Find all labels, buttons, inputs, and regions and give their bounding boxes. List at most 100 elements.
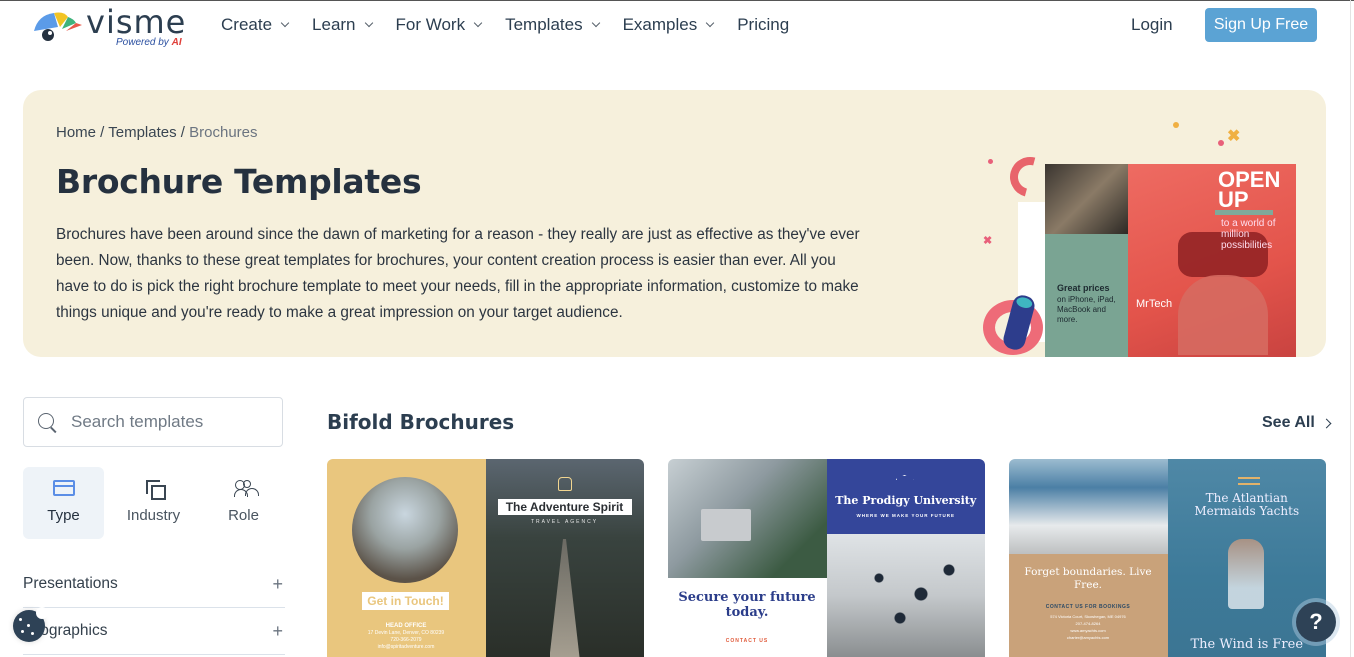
template-card-atlantian-yachts[interactable]: Forget boundaries. Live Free. CONTACT US… bbox=[1009, 459, 1326, 657]
info-line: charter@amyachts.com bbox=[1066, 635, 1110, 641]
nav-learn[interactable]: Learn bbox=[312, 15, 373, 35]
card-left-panel: Forget boundaries. Live Free. CONTACT US… bbox=[1009, 554, 1168, 657]
info-line: info@spiritadventure.com bbox=[377, 644, 435, 650]
category-label: Presentations bbox=[23, 575, 118, 592]
card-title-panel: The Prodigy University WHERE WE MAKE YOU… bbox=[826, 459, 985, 535]
chevron-down-icon bbox=[364, 18, 373, 28]
graduation-cap-icon bbox=[895, 475, 914, 484]
card-title: The Adventure Spirit bbox=[497, 499, 632, 515]
card-left-panel: Secure your future today. CONTACT US bbox=[668, 577, 827, 657]
chevron-right-icon bbox=[1321, 418, 1332, 428]
filter-tabs: Type Industry Role bbox=[23, 467, 293, 539]
sailor-photo bbox=[1227, 539, 1264, 609]
breadcrumb-current: Brochures bbox=[189, 124, 258, 141]
nav-label: For Work bbox=[395, 15, 466, 34]
nav-label: Create bbox=[221, 15, 273, 34]
search-icon bbox=[38, 413, 54, 429]
nav-create[interactable]: Create bbox=[221, 15, 290, 35]
students-photo bbox=[668, 459, 827, 578]
chevron-down-icon bbox=[591, 18, 600, 28]
breadcrumb: Home / Templates / Brochures bbox=[56, 124, 258, 141]
brochure-headline: OPEN UP bbox=[1218, 167, 1281, 212]
site-header: visme Powered by AI Create Learn For Wor… bbox=[0, 1, 1350, 49]
nav-for-work[interactable]: For Work bbox=[395, 15, 483, 35]
nav-label: Examples bbox=[622, 15, 698, 34]
card-cta: CONTACT US bbox=[725, 637, 769, 644]
breadcrumb-separator: / bbox=[176, 124, 190, 141]
card-subtitle: TRAVEL AGENCY bbox=[530, 519, 599, 525]
decor-cross: ✖ bbox=[983, 235, 993, 247]
scrollbar-track[interactable] bbox=[1350, 0, 1351, 657]
tab-label: Industry bbox=[126, 507, 181, 524]
info-line: www.amyachts.com bbox=[1070, 628, 1106, 634]
expand-plus-icon[interactable]: + bbox=[272, 574, 283, 595]
graduation-photo bbox=[826, 534, 985, 657]
card-subtitle: WHERE WE MAKE YOUR FUTURE bbox=[856, 513, 955, 518]
tab-label: Role bbox=[228, 507, 259, 524]
brochure-photo bbox=[1045, 164, 1129, 234]
tab-type[interactable]: Type bbox=[23, 467, 104, 539]
chevron-down-icon bbox=[705, 18, 715, 28]
thrown-caps-image bbox=[836, 554, 977, 635]
login-link[interactable]: Login bbox=[1131, 15, 1173, 35]
nav-pricing[interactable]: Pricing bbox=[737, 15, 789, 35]
category-infographics[interactable]: Infographics + bbox=[23, 608, 285, 655]
brochure-great-prices-sub: on iPhone, iPad, MacBook and more. bbox=[1057, 295, 1116, 324]
breadcrumb-separator: / bbox=[96, 124, 109, 141]
card-heading: Forget boundaries. Live Free. bbox=[1024, 566, 1152, 592]
search-box bbox=[23, 397, 283, 447]
info-heading: CONTACT US FOR BOOKINGS bbox=[1045, 604, 1131, 611]
expand-plus-icon[interactable]: + bbox=[272, 621, 283, 642]
see-all-link[interactable]: See All bbox=[1262, 414, 1332, 432]
tab-role[interactable]: Role bbox=[203, 467, 284, 539]
nav-label: Pricing bbox=[737, 15, 790, 34]
hikers-photo bbox=[352, 477, 458, 583]
yacht-couple-photo bbox=[1009, 459, 1168, 555]
backpack-icon bbox=[557, 477, 572, 491]
template-card-adventure-spirit[interactable]: Get in Touch! HEAD OFFICE 17 Devin Lane,… bbox=[327, 459, 644, 657]
card-title: The Prodigy University bbox=[835, 494, 977, 507]
logo-tagline-ai: AI bbox=[171, 37, 182, 48]
brochure-great-prices: Great prices bbox=[1057, 283, 1110, 293]
brochure-tagline: to a world of million possibilities bbox=[1221, 218, 1276, 251]
building-icon bbox=[145, 477, 166, 500]
logo-tagline: Powered by AI bbox=[116, 37, 182, 48]
cookie-settings-button[interactable] bbox=[13, 607, 48, 642]
nav-label: Templates bbox=[505, 15, 583, 34]
card-contact-info: 574 Victoria Court, Skowhegan, ME 04976 … bbox=[1009, 613, 1167, 641]
card-footer-text: The Wind is Free bbox=[1190, 637, 1304, 652]
main-nav: Create Learn For Work Templates Examples… bbox=[221, 15, 813, 35]
decor-dot bbox=[1218, 140, 1224, 146]
info-line: 207-474-8264 bbox=[1075, 621, 1101, 627]
waves-icon bbox=[1237, 477, 1260, 485]
category-list: Presentations + Infographics + bbox=[23, 561, 285, 655]
decor-cross: ✖ bbox=[1227, 128, 1241, 145]
nav-templates[interactable]: Templates bbox=[505, 15, 600, 35]
tab-label: Type bbox=[47, 507, 80, 524]
breadcrumb-home[interactable]: Home bbox=[56, 124, 96, 141]
help-button[interactable]: ? bbox=[1296, 602, 1336, 642]
tab-industry[interactable]: Industry bbox=[113, 467, 194, 539]
brochure-accent-bar bbox=[1215, 210, 1273, 215]
card-heading: Get in Touch! bbox=[362, 592, 449, 610]
category-presentations[interactable]: Presentations + bbox=[23, 561, 285, 608]
window-icon bbox=[52, 477, 75, 499]
breadcrumb-templates[interactable]: Templates bbox=[108, 124, 176, 141]
card-right-panel: The Adventure Spirit TRAVEL AGENCY bbox=[485, 459, 644, 657]
page-description: Brochures have been around since the daw… bbox=[56, 226, 860, 321]
sign-up-button[interactable]: Sign Up Free bbox=[1205, 8, 1317, 42]
chevron-down-icon bbox=[280, 18, 290, 28]
brochure-brand: MrTech bbox=[1136, 298, 1173, 310]
nav-examples[interactable]: Examples bbox=[622, 15, 715, 35]
hero-illustration: ✖ ✖ OPEN UP to a world of million possib… bbox=[973, 110, 1323, 372]
decor-dot bbox=[1173, 122, 1179, 128]
logo-wordmark: visme bbox=[86, 3, 187, 41]
visme-logo[interactable]: visme Powered by AI bbox=[32, 3, 192, 49]
info-line: 574 Victoria Court, Skowhegan, ME 04976 bbox=[1050, 614, 1126, 620]
search-input[interactable] bbox=[71, 410, 271, 434]
info-heading: HEAD OFFICE bbox=[385, 623, 427, 629]
bridge-photo bbox=[549, 539, 580, 657]
users-icon bbox=[233, 477, 259, 499]
template-card-prodigy-university[interactable]: Secure your future today. CONTACT US The… bbox=[668, 459, 985, 657]
card-title: The Atlantian Mermaids Yachts bbox=[1194, 491, 1300, 518]
